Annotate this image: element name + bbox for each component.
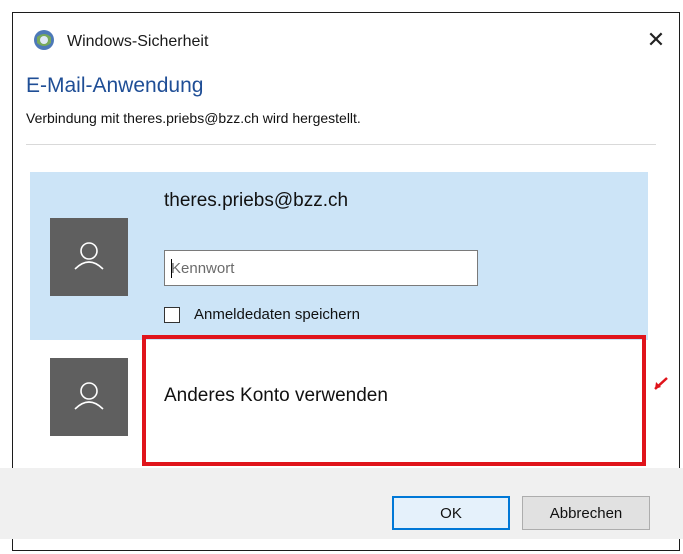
screen: Windows-Sicherheit ✕ E-Mail-Anwendung Ve… [0, 0, 683, 554]
dialog-subheading: Verbindung mit theres.priebs@bzz.ch wird… [26, 110, 361, 126]
close-icon: ✕ [646, 27, 666, 52]
text-caret [171, 259, 172, 278]
checkbox-box[interactable] [164, 306, 180, 323]
user-avatar-icon [50, 358, 128, 436]
annotation-arrow-icon [654, 377, 668, 390]
windows-security-icon [34, 30, 54, 50]
remember-credentials-label: Anmeldedaten speichern [194, 306, 360, 323]
close-button[interactable]: ✕ [633, 19, 679, 61]
annotation-highlight-box [142, 335, 646, 466]
cancel-button[interactable]: Abbrechen [522, 496, 650, 530]
remember-credentials-checkbox[interactable]: Anmeldedaten speichern [164, 306, 360, 323]
divider [26, 144, 656, 145]
title-bar: Windows-Sicherheit ✕ [13, 13, 679, 69]
password-input[interactable] [164, 250, 478, 286]
window-title: Windows-Sicherheit [67, 33, 209, 50]
ok-button[interactable]: OK [392, 496, 510, 530]
account-email: theres.priebs@bzz.ch [164, 190, 349, 211]
user-avatar-icon [50, 218, 128, 296]
dialog-heading: E-Mail-Anwendung [26, 74, 204, 97]
